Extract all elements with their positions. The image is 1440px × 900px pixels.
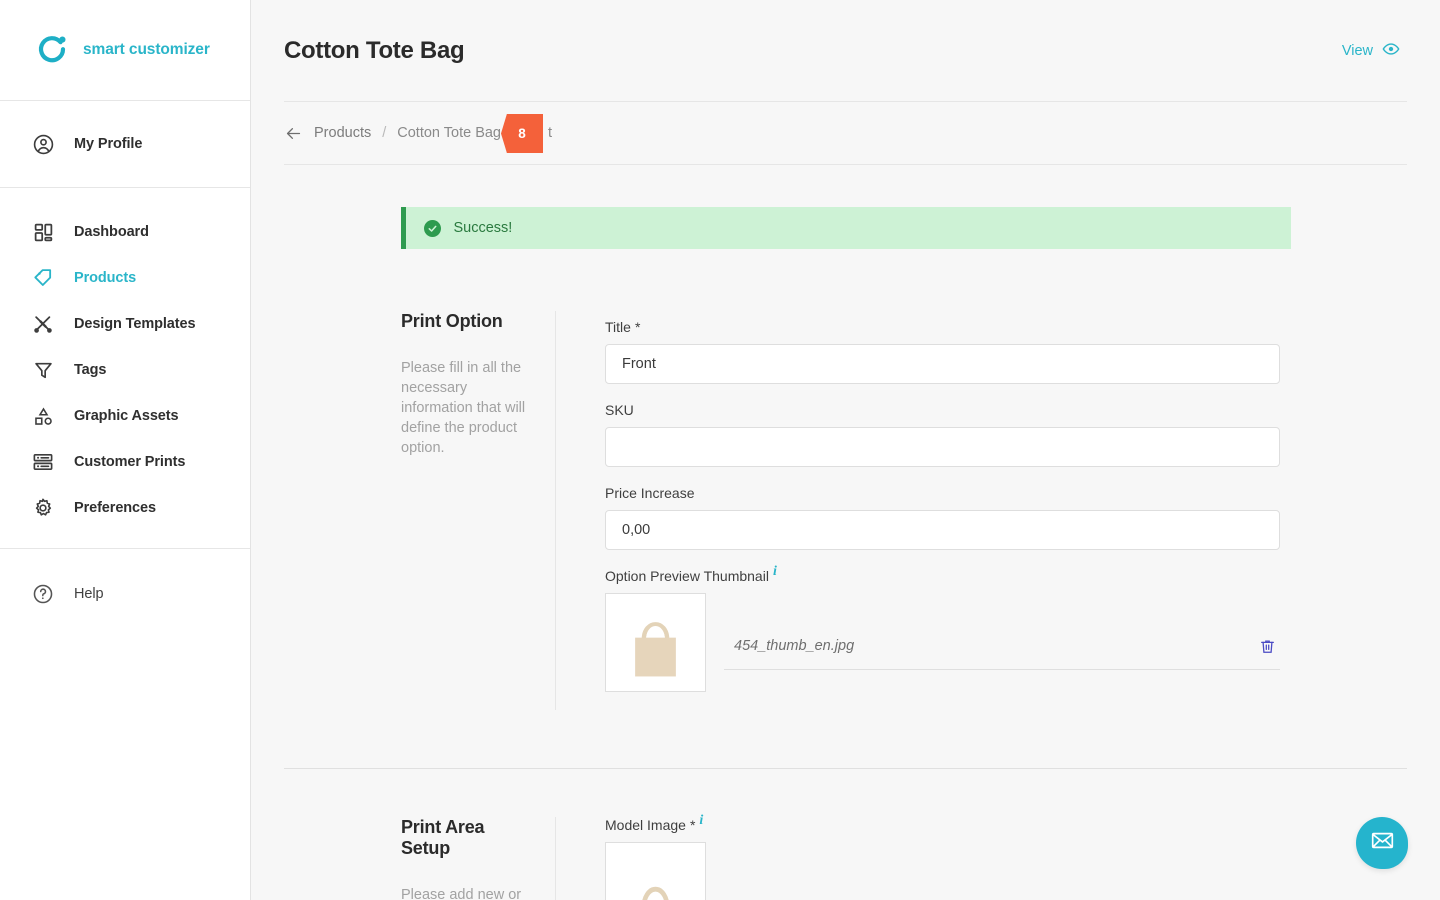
breadcrumb-link-products[interactable]: Products [314,125,371,141]
field-label-text: Option Preview Thumbnail [605,568,769,584]
sidebar-item-my-profile[interactable]: My Profile [0,101,250,188]
print-area-setup-form: Model Image * i [555,814,1407,900]
section-description: Please fill in all the necessary informa… [401,360,526,456]
sidebar-item-label: My Profile [74,136,143,152]
brand-logo-area[interactable]: smart customizer [0,0,250,101]
user-circle-icon [30,131,56,157]
tote-bag-image [606,852,705,900]
customer-prints-icon [30,449,56,475]
print-area-setup-info: Print Area Setup Please add new or edit … [284,817,555,900]
thumbnail-preview[interactable] [605,593,706,692]
main-content: Cotton Tote Bag View Products / Cotton T… [251,0,1440,900]
sidebar-item-label: Tags [74,362,107,378]
question-circle-icon [30,581,56,607]
model-image-preview[interactable] [605,842,706,900]
field-option-preview-thumbnail: Option Preview Thumbnail i 454_thumb_en.… [605,565,1280,692]
field-label: SKU [605,402,1280,418]
title-input[interactable] [605,344,1280,384]
alert-message: Success! [453,220,513,236]
field-label-text: Model Image [605,817,686,833]
envelope-icon [1370,828,1395,858]
sidebar-item-dashboard[interactable]: Dashboard [0,209,250,255]
step-badge[interactable]: 8 [501,114,543,153]
field-sku: SKU [605,402,1280,467]
print-area-setup-section: Print Area Setup Please add new or edit … [284,769,1407,900]
ci-circle-dot-logo-icon [36,33,70,67]
tote-bag-image [607,594,704,691]
success-alert: Success! [400,207,1291,249]
required-marker: * [634,319,641,335]
sidebar-item-preferences[interactable]: Preferences [0,485,250,531]
check-circle-icon [423,219,441,237]
field-price-increase: Price Increase [605,485,1280,550]
field-label-text: Title [605,319,631,335]
field-label: Title * [605,319,1280,335]
dashboard-grid-icon [30,219,56,245]
back-arrow-icon[interactable] [284,124,303,143]
sidebar-nav-secondary: Help [0,548,250,617]
field-label-text: Price Increase [605,485,695,501]
field-model-image: Model Image * i [605,814,1280,900]
sidebar-item-products[interactable]: Products [0,255,250,301]
field-title: Title * [605,319,1280,384]
page-title: Cotton Tote Bag [284,36,465,64]
gear-icon [30,495,56,521]
price-increase-input[interactable] [605,510,1280,550]
eye-icon [1382,40,1400,62]
sidebar-item-label: Graphic Assets [74,408,179,424]
breadcrumb-link-product[interactable]: Cotton Tote Bag [397,125,501,141]
info-icon[interactable]: i [773,565,777,579]
print-option-info: Print Option Please fill in all the nece… [284,311,555,710]
breadcrumb: Products / Cotton Tote Bag t 8 [284,102,1407,165]
info-icon[interactable]: i [699,814,703,828]
sidebar-item-design-templates[interactable]: Design Templates [0,301,250,347]
sidebar: smart customizer My Profile Dashboard Pr… [0,0,251,900]
tag-icon [30,265,56,291]
design-templates-icon [30,311,56,337]
sidebar-item-label: Design Templates [74,316,196,332]
sidebar-item-label: Dashboard [74,224,149,240]
view-label: View [1341,42,1373,59]
brand-name: smart customizer [83,41,210,58]
section-description: Please add new or edit existing print cu… [401,887,522,900]
field-label-text: SKU [605,402,634,418]
field-label: Model Image * i [605,814,1280,834]
print-option-form: Title * SKU Price Increase [555,311,1407,710]
section-title: Print Option [401,311,503,331]
breadcrumb-separator: / [382,125,387,141]
sidebar-item-help[interactable]: Help [0,571,250,617]
sku-input[interactable] [605,427,1280,467]
sidebar-item-label: Customer Prints [74,454,186,470]
sidebar-nav-primary: Dashboard Products Design Templates Tags… [0,188,250,531]
alert-container: Success! [251,165,1440,249]
sidebar-item-label: Products [74,270,137,286]
sidebar-item-tags[interactable]: Tags [0,347,250,393]
file-name: 454_thumb_en.jpg [734,638,855,654]
page-header: Cotton Tote Bag View [251,0,1440,101]
shapes-icon [30,403,56,429]
chat-support-button[interactable] [1356,817,1408,869]
field-label: Price Increase [605,485,1280,501]
sidebar-item-customer-prints[interactable]: Customer Prints [0,439,250,485]
trash-icon[interactable] [1259,638,1276,655]
model-image-upload-row: 454_model_image.jpg [605,842,1280,900]
section-title: Print Area Setup [401,817,485,858]
view-button[interactable]: View [1342,40,1400,62]
breadcrumb-trailing-fragment: t [548,125,553,141]
field-label: Option Preview Thumbnail i [605,565,1280,585]
thumbnail-file-row: 454_thumb_en.jpg [724,638,1280,670]
app-root: smart customizer My Profile Dashboard Pr… [0,0,1440,900]
thumbnail-upload-row: 454_thumb_en.jpg [605,593,1280,692]
required-marker: * [689,817,696,833]
sidebar-item-graphic-assets[interactable]: Graphic Assets [0,393,250,439]
sidebar-item-label: Preferences [74,500,156,516]
sidebar-item-label: Help [74,586,104,602]
funnel-icon [30,357,56,383]
print-option-section: Print Option Please fill in all the nece… [284,249,1407,710]
